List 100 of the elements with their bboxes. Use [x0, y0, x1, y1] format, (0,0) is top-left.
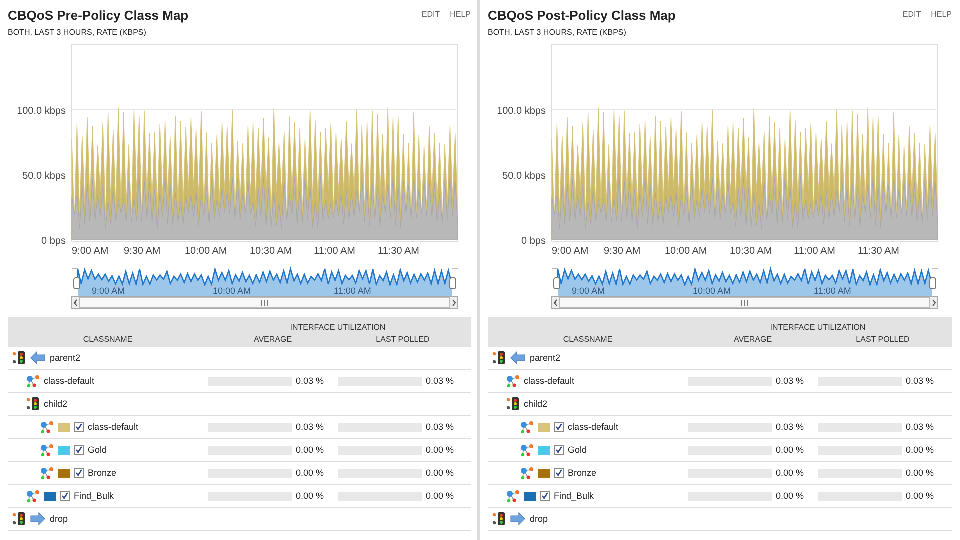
- checkbox[interactable]: [74, 445, 84, 455]
- x-axis-label: 9:00 AM: [72, 246, 109, 257]
- column-header: CLASSNAME: [82, 335, 134, 344]
- right-arrow-icon: [510, 512, 526, 526]
- class-name: parent2: [50, 353, 81, 363]
- utilization-value: 0.03 %: [296, 422, 324, 432]
- y-axis-label: 50.0 kbps: [22, 171, 66, 182]
- navigator-label: 11:00 AM: [814, 286, 852, 296]
- class-name: Find_Bulk: [74, 491, 114, 501]
- nodes-icon: [40, 466, 54, 480]
- utilization-value: 0.00 %: [776, 491, 804, 501]
- nodes-icon: [506, 490, 520, 502]
- class-name: child2: [44, 399, 68, 409]
- class-name: class-default: [44, 376, 95, 386]
- left-arrow-icon: [510, 351, 526, 365]
- utilization-value: 0.00 %: [776, 445, 804, 455]
- utilization-value: 0.00 %: [776, 468, 804, 478]
- navigator-label: 10:00 AM: [693, 286, 732, 296]
- utilization-value: 0.03 %: [776, 422, 804, 432]
- class-name: class-default: [88, 422, 139, 432]
- column-header: LAST POLLED: [855, 335, 911, 344]
- utilization-value: 0.00 %: [296, 445, 324, 455]
- column-group-header: INTERFACE UTILIZATION: [289, 323, 387, 332]
- x-axis-label: 11:00 AM: [794, 246, 836, 257]
- x-axis-label: 10:00 AM: [185, 246, 228, 257]
- nodes-icon: [26, 374, 40, 388]
- checkbox[interactable]: [74, 468, 84, 478]
- utilization-value: 0.00 %: [426, 445, 454, 455]
- y-axis-label: 0 bps: [42, 236, 66, 247]
- utilization-value: 0.00 %: [296, 468, 324, 478]
- traffic-light-icon: [492, 512, 506, 526]
- nodes-icon: [26, 490, 40, 502]
- utilization-value: 0.03 %: [296, 376, 324, 386]
- panel-title: CBQoS Pre-Policy Class Map: [8, 8, 189, 23]
- checkbox[interactable]: [554, 468, 564, 478]
- navigator-label: 9:00 AM: [572, 286, 606, 296]
- panel-subtitle: BOTH, LAST 3 HOURS, RATE (KBPS): [488, 28, 628, 37]
- traffic-light-icon: [12, 512, 26, 526]
- utilization-value: 0.00 %: [426, 468, 454, 478]
- y-axis-label: 50.0 kbps: [502, 171, 546, 182]
- x-axis-label: 11:00 AM: [314, 246, 356, 257]
- navigator-label: 11:00 AM: [334, 286, 372, 296]
- x-axis-label: 9:00 AM: [552, 246, 589, 257]
- range-handle[interactable]: [554, 278, 560, 290]
- nodes-icon: [520, 466, 534, 480]
- class-name: child2: [524, 399, 548, 409]
- utilization-value: 0.03 %: [776, 376, 804, 386]
- utilization-value: 0.03 %: [426, 422, 454, 432]
- class-name: Bronze: [88, 468, 117, 478]
- column-header: AVERAGE: [252, 335, 294, 344]
- class-name: Gold: [568, 445, 588, 455]
- class-name: parent2: [530, 353, 561, 363]
- x-axis-label: 11:30 AM: [378, 246, 420, 257]
- panel-title: CBQoS Post-Policy Class Map: [488, 8, 676, 23]
- utilization-value: 0.00 %: [296, 491, 324, 501]
- column-group-header: INTERFACE UTILIZATION: [769, 323, 867, 332]
- checkbox[interactable]: [74, 422, 84, 432]
- nodes-icon: [520, 444, 534, 456]
- traffic-light-icon: [12, 351, 26, 365]
- utilization-value: 0.00 %: [906, 491, 934, 501]
- checkbox[interactable]: [60, 491, 70, 501]
- panel-action-link[interactable]: HELP: [931, 10, 952, 19]
- class-name: drop: [530, 514, 548, 524]
- range-handle[interactable]: [450, 278, 456, 290]
- x-axis-label: 10:30 AM: [730, 246, 772, 257]
- utilization-value: 0.00 %: [906, 468, 934, 478]
- x-axis-label: 9:30 AM: [124, 246, 161, 257]
- right-arrow-icon: [30, 512, 46, 526]
- checkbox[interactable]: [554, 445, 564, 455]
- checkbox[interactable]: [554, 422, 564, 432]
- range-handle[interactable]: [74, 278, 80, 290]
- class-name: class-default: [568, 422, 619, 432]
- class-name: class-default: [524, 376, 575, 386]
- nodes-icon: [40, 444, 54, 456]
- x-axis-label: 9:30 AM: [604, 246, 641, 257]
- traffic-light-icon: [506, 397, 520, 411]
- class-name: Bronze: [568, 468, 597, 478]
- traffic-light-icon: [26, 397, 40, 411]
- class-name: Find_Bulk: [554, 491, 594, 501]
- column-header: LAST POLLED: [375, 335, 431, 344]
- utilization-value: 0.00 %: [426, 491, 454, 501]
- scrollbar[interactable]: [72, 296, 458, 310]
- nodes-icon: [506, 374, 520, 388]
- utilization-value: 0.00 %: [906, 445, 934, 455]
- x-axis-label: 11:30 AM: [858, 246, 900, 257]
- nodes-icon: [40, 420, 54, 434]
- x-axis-label: 10:30 AM: [250, 246, 292, 257]
- panel-action-link[interactable]: EDIT: [422, 10, 440, 19]
- navigator-label: 10:00 AM: [213, 286, 252, 296]
- panel-action-link[interactable]: HELP: [450, 10, 471, 19]
- utilization-value: 0.03 %: [906, 422, 934, 432]
- traffic-light-icon: [492, 351, 506, 365]
- panel-action-link[interactable]: EDIT: [902, 10, 922, 19]
- range-handle[interactable]: [930, 278, 936, 290]
- navigator-label: 9:00 AM: [92, 286, 126, 296]
- nodes-icon: [520, 420, 534, 434]
- left-arrow-icon: [30, 351, 46, 365]
- column-header: AVERAGE: [732, 335, 774, 344]
- scrollbar[interactable]: [552, 296, 938, 310]
- checkbox[interactable]: [540, 491, 550, 501]
